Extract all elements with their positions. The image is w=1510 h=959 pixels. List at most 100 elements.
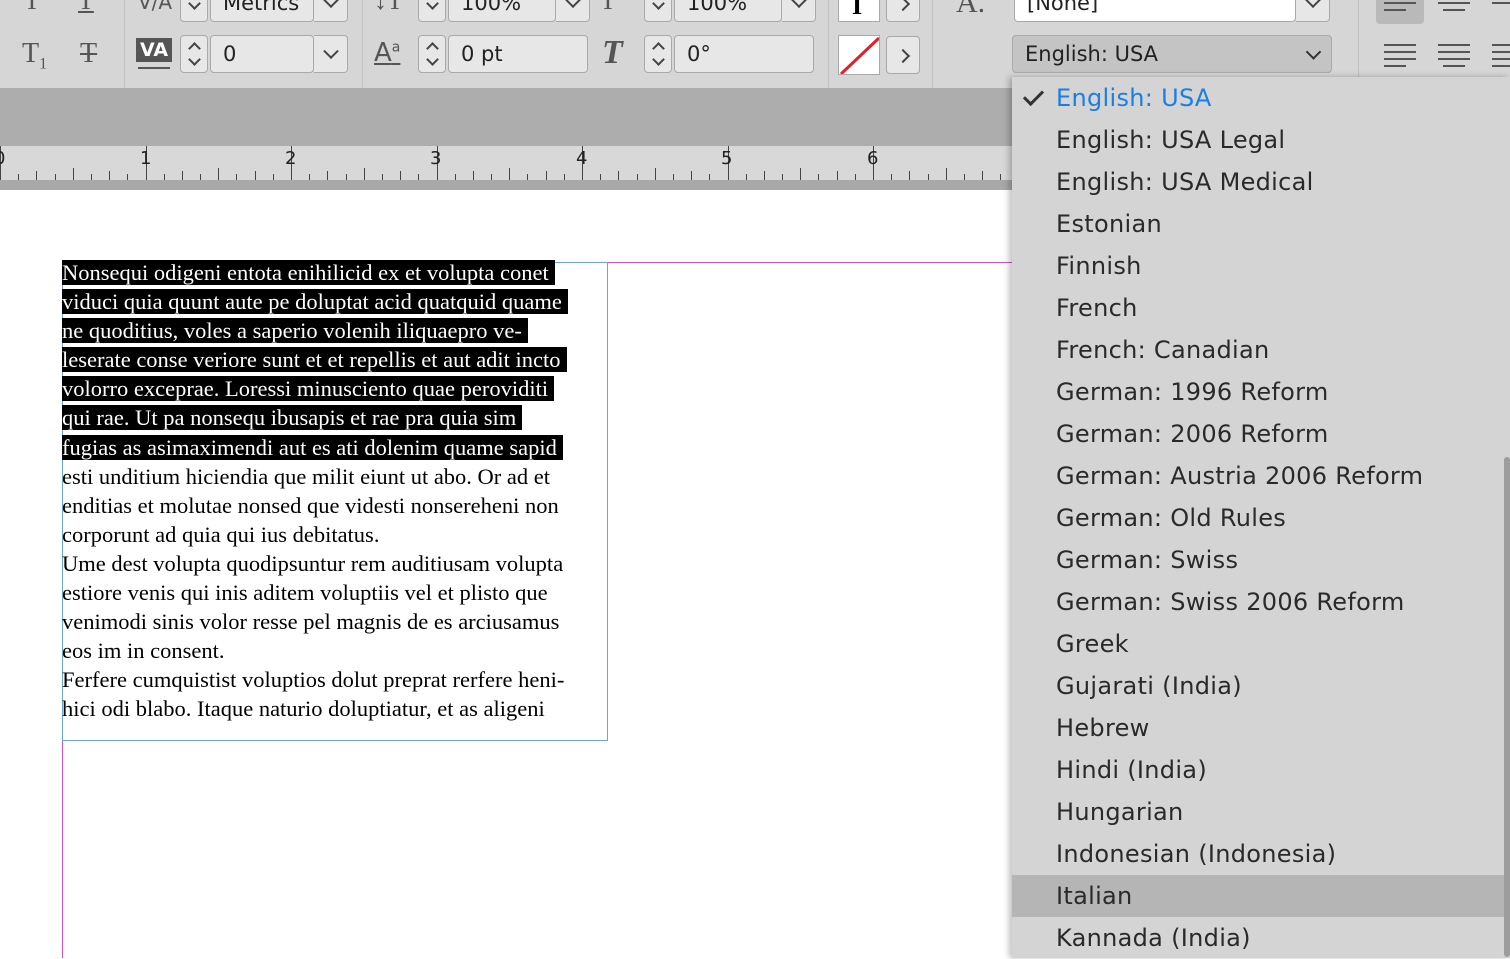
language-option[interactable]: Hindi (India) [1012,749,1510,791]
menu-scrollbar[interactable] [1504,457,1510,957]
baseline-shift-icon[interactable]: Aa [374,38,400,68]
baseline-shift-field[interactable]: 0 pt [448,35,588,73]
tracking-dropdown[interactable] [314,35,348,73]
align-center-icon[interactable] [1438,2,1470,16]
text-line[interactable]: esti unditium hiciendia que milit eiunt … [62,462,622,491]
language-field[interactable]: English: USA [1012,35,1332,73]
control-panel: T T V/A Metrics ↓T 100% T 100% I A. [Non… [0,0,1510,88]
language-option-label: German: 2006 Reform [1056,420,1329,448]
align-left-icon [1384,2,1416,16]
stroke-menu-button[interactable] [886,36,920,74]
vertical-scale-dropdown[interactable] [556,0,590,22]
chevron-down-icon [1304,0,1321,9]
language-option[interactable]: English: USA [1012,77,1510,119]
align-right-icon[interactable] [1492,2,1510,9]
horizontal-scale-field[interactable]: 100% [674,0,782,22]
character-style-icon[interactable]: A. [956,0,985,20]
language-option[interactable]: Finnish [1012,245,1510,287]
text-line-selected[interactable]: ne quoditius, voles a saperio volenih il… [62,316,622,345]
text-line[interactable]: Ferfere cumquistist voluptios dolut prep… [62,665,622,694]
language-option[interactable]: German: Swiss 2006 Reform [1012,581,1510,623]
kerning-icon[interactable]: V/A [138,0,172,14]
kerning-dropdown[interactable] [314,0,348,22]
kerning-field[interactable]: Metrics [210,0,314,22]
language-option[interactable]: German: 1996 Reform [1012,371,1510,413]
vertical-scale-stepper[interactable] [418,0,446,22]
panel-separator [362,0,363,88]
language-option[interactable]: Hungarian [1012,791,1510,833]
horizontal-scale-dropdown[interactable] [782,0,816,22]
text-line-selected[interactable]: volorro exceprae. Loressi minusciento qu… [62,374,622,403]
chevron-down-icon [564,0,581,9]
tracking-icon[interactable]: VA [136,38,172,74]
text-line[interactable]: corporunt ad quia qui ius debitatus. [62,520,622,549]
text-line[interactable]: venimodi sinis volor resse pel magnis de… [62,607,622,636]
text-line-selected[interactable]: Nonsequi odigeni entota enihilicid ex et… [62,258,622,287]
text-line[interactable]: enditias et molutae nonsed que videsti n… [62,491,622,520]
language-option-label: English: USA Medical [1056,168,1314,196]
language-option[interactable]: German: 2006 Reform [1012,413,1510,455]
language-option[interactable]: Greek [1012,623,1510,665]
text-line[interactable]: eos im in consent. [62,636,622,665]
font-size-icon[interactable]: T [24,0,40,16]
character-style-field[interactable]: [None] [1014,0,1296,22]
skew-field[interactable]: 0° [674,35,814,73]
baseline-shift-stepper[interactable] [418,35,446,73]
leading-icon[interactable]: T [78,0,94,16]
text-line-selected[interactable]: fugias as asimaximendi aut es ati doleni… [62,433,622,462]
text-line[interactable]: estiore venis qui inis aditem voluptiis … [62,578,622,607]
language-option[interactable]: Indonesian (Indonesia) [1012,833,1510,875]
language-option[interactable]: German: Austria 2006 Reform [1012,455,1510,497]
strikethrough-icon[interactable]: T [80,38,97,70]
checkmark-icon [1022,84,1045,107]
kerning-value: Metrics [223,0,300,15]
justify-right-icon[interactable] [1492,44,1510,72]
ruler-label: 0 [0,148,5,169]
text-line-selected[interactable]: qui rae. Ut pa nonsequ ibusapis et rae p… [62,403,622,432]
character-style-dropdown[interactable] [1296,0,1330,22]
language-option[interactable]: French [1012,287,1510,329]
justify-center-icon[interactable] [1438,44,1470,72]
language-option[interactable]: German: Old Rules [1012,497,1510,539]
language-option[interactable]: Kannada (India) [1012,917,1510,959]
language-option[interactable]: Estonian [1012,203,1510,245]
selected-text: leserate conse veriore sunt et et repell… [62,347,567,373]
language-option-label: German: Swiss [1056,546,1239,574]
text-line[interactable]: hici odi blabo. Itaque naturio doluptiat… [62,694,622,723]
panel-separator [124,0,125,88]
tracking-field[interactable]: 0 [210,35,314,73]
text-line[interactable]: Ume dest volupta quodipsuntur rem auditi… [62,549,622,578]
vertical-scale-value: 100% [461,0,522,15]
subscript-icon[interactable]: T1 [22,38,47,74]
horizontal-ruler[interactable]: 0 1 2 3 4 5 6 [0,146,1012,180]
skew-stepper[interactable] [644,35,672,73]
language-option[interactable]: English: USA Legal [1012,119,1510,161]
horizontal-scale-stepper[interactable] [644,0,672,22]
horizontal-scale-icon[interactable]: T [600,0,616,16]
language-option[interactable]: German: Swiss [1012,539,1510,581]
vertical-scale-icon[interactable]: ↓T [374,0,403,16]
skew-value: 0° [687,42,711,66]
ruler-label: 4 [576,148,588,169]
kerning-stepper[interactable] [180,0,208,22]
fill-menu-button[interactable] [886,0,920,22]
text-line-selected[interactable]: leserate conse veriore sunt et et repell… [62,345,622,374]
text-line-selected[interactable]: viduci quia quunt aute pe doluptat acid … [62,287,622,316]
ruler-label: 1 [140,148,152,169]
vertical-scale-field[interactable]: 100% [448,0,556,22]
panel-separator [828,0,829,88]
language-option-hovered[interactable]: Italian [1012,875,1510,917]
stroke-swatch[interactable] [838,35,880,75]
language-option[interactable]: Gujarati (India) [1012,665,1510,707]
tracking-stepper[interactable] [180,35,208,73]
language-option[interactable]: English: USA Medical [1012,161,1510,203]
skew-icon[interactable]: T [602,34,623,72]
document-tab-strip [0,88,1012,146]
language-option-label: Finnish [1056,252,1142,280]
ruler-label: 2 [285,148,297,169]
language-option[interactable]: French: Canadian [1012,329,1510,371]
text-story[interactable]: Nonsequi odigeni entota enihilicid ex et… [62,258,622,724]
language-option[interactable]: Hebrew [1012,707,1510,749]
fill-swatch[interactable]: I [838,0,880,22]
justify-left-icon[interactable] [1384,44,1416,72]
